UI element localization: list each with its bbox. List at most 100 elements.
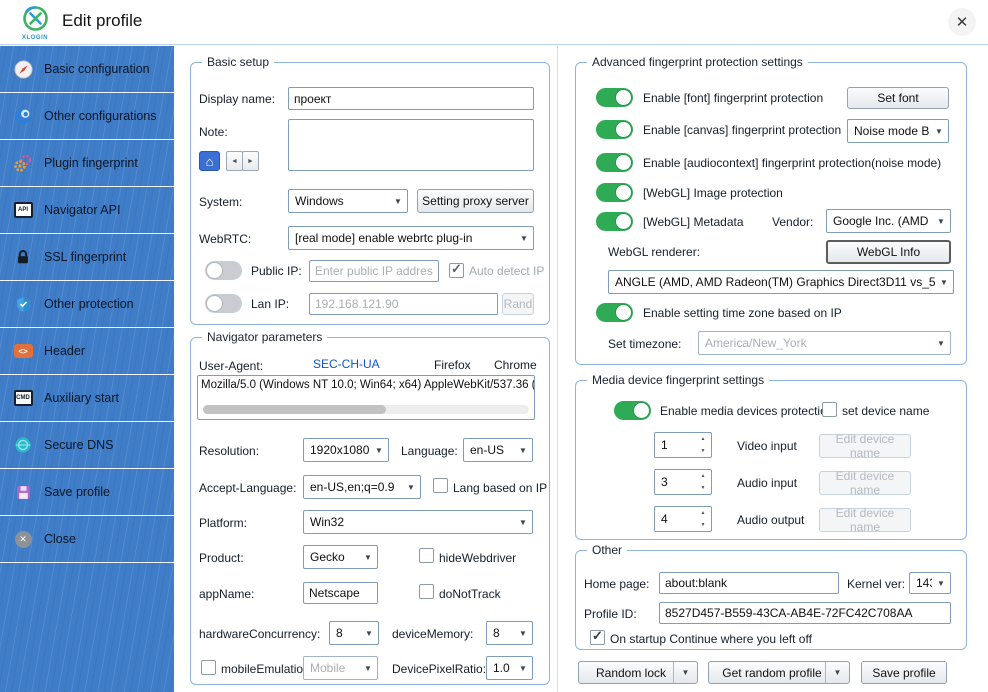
- display-name-input[interactable]: [288, 87, 534, 110]
- font-protection-toggle[interactable]: [596, 88, 633, 107]
- setting-proxy-server-button[interactable]: Setting proxy server: [417, 189, 534, 213]
- canvas-noise-mode-select[interactable]: Noise mode B▼: [847, 119, 949, 143]
- audio-input-label: Audio input: [737, 476, 797, 490]
- sidebar-item-close[interactable]: ✕ Close: [0, 516, 174, 563]
- auto-detect-ip-label: Auto detect IP: [469, 264, 544, 278]
- on-startup-checkbox[interactable]: ✓: [590, 630, 605, 645]
- hardware-concurrency-select[interactable]: 8▼: [329, 621, 379, 645]
- audio-input-stepper[interactable]: 3 ▲▼: [654, 469, 712, 495]
- firefox-link[interactable]: Firefox: [434, 358, 471, 372]
- edit-audio-output-device-button[interactable]: Edit device name: [819, 508, 911, 532]
- device-memory-select[interactable]: 8▼: [486, 621, 533, 645]
- public-ip-input[interactable]: [309, 260, 439, 282]
- kernel-ver-select[interactable]: 143▼: [909, 572, 951, 594]
- lan-ip-input[interactable]: [309, 293, 498, 315]
- user-agent-scrollbar[interactable]: [203, 405, 529, 414]
- sidebar-item-plugin-fingerprint[interactable]: Plugin fingerprint: [0, 140, 174, 187]
- chevron-down-icon: ▼: [514, 518, 532, 527]
- appname-input[interactable]: [303, 582, 378, 604]
- browser-icon: [13, 106, 33, 126]
- vendor-select[interactable]: Google Inc. (AMD▼: [826, 209, 951, 233]
- mobile-emulation-select[interactable]: Mobile▼: [303, 656, 378, 680]
- arrow-right-button[interactable]: ►: [242, 151, 259, 171]
- stepper-up-icon[interactable]: ▲: [695, 433, 711, 445]
- sidebar-item-other-protection[interactable]: Other protection: [0, 281, 174, 328]
- sidebar-item-auxiliary-start[interactable]: CMD Auxiliary start: [0, 375, 174, 422]
- edit-audio-input-device-button[interactable]: Edit device name: [819, 471, 911, 495]
- get-random-profile-button[interactable]: Get random profile ▼: [708, 661, 850, 684]
- language-select[interactable]: en-US▼: [463, 438, 533, 462]
- webgl-image-toggle[interactable]: [596, 183, 633, 202]
- system-select[interactable]: Windows▼: [288, 189, 408, 213]
- canvas-protection-toggle[interactable]: [596, 120, 633, 139]
- public-ip-label: Public IP:: [251, 264, 302, 278]
- webgl-metadata-toggle[interactable]: [596, 212, 633, 231]
- home-button[interactable]: ⌂: [199, 151, 220, 171]
- sidebar-item-secure-dns[interactable]: Secure DNS: [0, 422, 174, 469]
- resolution-select[interactable]: 1920x1080▼: [303, 438, 389, 462]
- audiocontext-protection-toggle[interactable]: [596, 153, 633, 172]
- stepper-down-icon[interactable]: ▼: [695, 482, 711, 494]
- scrollbar-thumb[interactable]: [203, 405, 386, 414]
- lang-based-on-ip-checkbox[interactable]: [433, 478, 448, 493]
- set-device-name-checkbox[interactable]: [822, 402, 837, 417]
- chevron-down-icon: ▼: [514, 446, 532, 455]
- chevron-down-icon: ▼: [930, 127, 948, 136]
- audiocontext-protection-label: Enable [audiocontext] fingerprint protec…: [643, 156, 941, 170]
- video-input-stepper[interactable]: 1 ▲▼: [654, 432, 712, 458]
- sidebar-item-save-profile[interactable]: Save profile: [0, 469, 174, 516]
- user-agent-box[interactable]: Mozilla/5.0 (Windows NT 10.0; Win64; x64…: [197, 375, 535, 420]
- sidebar-item-basic-configuration[interactable]: Basic configuration: [0, 46, 174, 93]
- save-profile-button[interactable]: Save profile: [861, 661, 947, 684]
- chevron-down-icon[interactable]: ▼: [825, 662, 849, 683]
- edit-video-device-button[interactable]: Edit device name: [819, 434, 911, 458]
- webgl-info-button[interactable]: WebGL Info: [826, 240, 951, 264]
- user-agent-value: Mozilla/5.0 (Windows NT 10.0; Win64; x64…: [198, 376, 534, 394]
- auto-detect-ip-checkbox[interactable]: ✓: [449, 263, 464, 278]
- lock-icon: [13, 247, 33, 267]
- timezone-select[interactable]: America/New_York▼: [698, 331, 951, 355]
- webgl-renderer-select[interactable]: ANGLE (AMD, AMD Radeon(TM) Graphics Dire…: [608, 270, 954, 294]
- accept-language-select[interactable]: en-US,en;q=0.9▼: [303, 475, 421, 499]
- lan-ip-toggle[interactable]: [205, 294, 242, 313]
- sidebar-item-ssl-fingerprint[interactable]: SSL fingerprint: [0, 234, 174, 281]
- do-not-track-checkbox[interactable]: [419, 584, 434, 599]
- shield-icon: [13, 294, 33, 314]
- sidebar-item-header[interactable]: <> Header: [0, 328, 174, 375]
- sec-ch-ua-link[interactable]: SEC-CH-UA: [313, 357, 380, 371]
- rand-button[interactable]: Rand: [502, 293, 534, 315]
- group-title: Advanced fingerprint protection settings: [587, 55, 808, 69]
- webgl-renderer-label: WebGL renderer:: [608, 245, 700, 259]
- audio-output-stepper[interactable]: 4 ▲▼: [654, 506, 712, 532]
- product-select[interactable]: Gecko▼: [303, 545, 378, 569]
- close-window-button[interactable]: ✕: [948, 8, 976, 36]
- profile-id-input[interactable]: [659, 602, 951, 624]
- stepper-down-icon[interactable]: ▼: [695, 445, 711, 457]
- stepper-up-icon[interactable]: ▲: [695, 470, 711, 482]
- random-lock-button[interactable]: Random lock ▼: [578, 661, 698, 684]
- vendor-label: Vendor:: [772, 215, 813, 229]
- note-textarea[interactable]: [288, 119, 534, 171]
- mobile-emulation-label: mobileEmulatio: [221, 662, 303, 676]
- timezone-by-ip-toggle[interactable]: [596, 303, 633, 322]
- chevron-down-icon[interactable]: ▼: [673, 662, 697, 683]
- platform-select[interactable]: Win32▼: [303, 510, 533, 534]
- sidebar-item-other-configurations[interactable]: Other configurations: [0, 93, 174, 140]
- sidebar-item-navigator-api[interactable]: API Navigator API: [0, 187, 174, 234]
- device-pixel-ratio-select[interactable]: 1.0▼: [486, 656, 533, 680]
- stepper-down-icon[interactable]: ▼: [695, 519, 711, 531]
- mobile-emulation-checkbox[interactable]: [201, 660, 216, 675]
- hide-webdriver-checkbox[interactable]: [419, 548, 434, 563]
- media-protection-toggle[interactable]: [614, 401, 651, 420]
- webrtc-select[interactable]: [real mode] enable webrtc plug-in▼: [288, 226, 534, 250]
- dns-globe-icon: [13, 435, 33, 455]
- font-protection-label: Enable [font] fingerprint protection: [643, 91, 823, 105]
- stepper-up-icon[interactable]: ▲: [695, 507, 711, 519]
- public-ip-toggle[interactable]: [205, 261, 242, 280]
- chevron-down-icon: ▼: [935, 278, 953, 287]
- home-page-input[interactable]: [659, 572, 839, 594]
- arrow-left-button[interactable]: ◄: [226, 151, 243, 171]
- set-font-button[interactable]: Set font: [847, 87, 949, 109]
- chrome-link[interactable]: Chrome: [494, 358, 537, 372]
- set-timezone-label: Set timezone:: [608, 337, 681, 351]
